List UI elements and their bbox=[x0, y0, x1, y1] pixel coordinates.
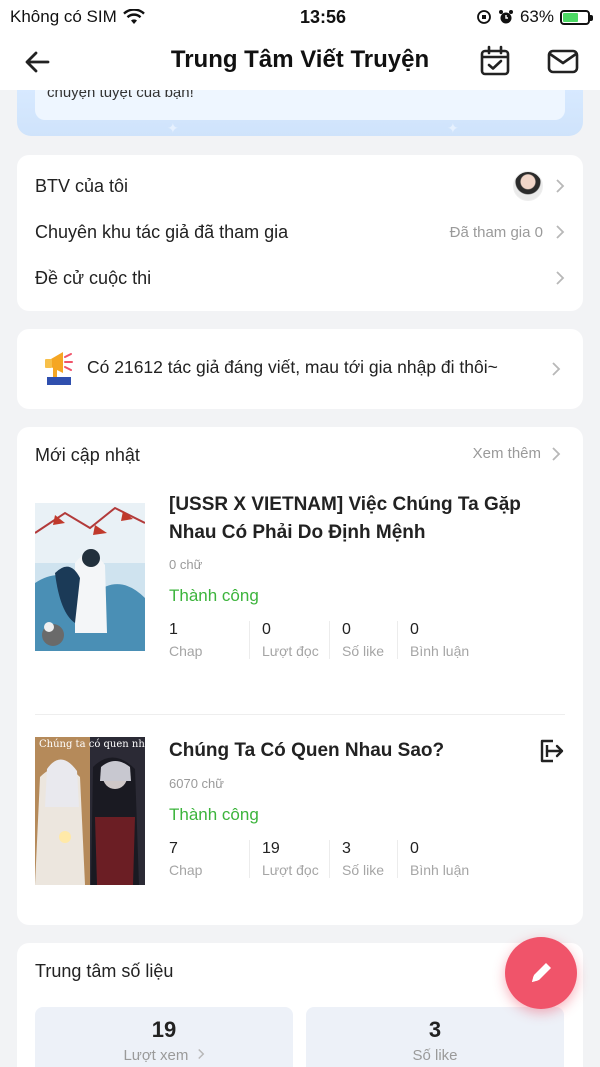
banner-text: chuyện tuyệt của bạn! bbox=[47, 90, 194, 101]
status-left: Không có SIM bbox=[10, 7, 230, 27]
calendar-check-icon[interactable] bbox=[478, 44, 512, 78]
cover-title-text: Chúng ta có quen nhau sao? bbox=[39, 739, 145, 750]
status-time: 13:56 bbox=[299, 6, 346, 27]
stat-chap: 1 Chap bbox=[169, 621, 249, 659]
menu-item-label: Đề cử cuộc thi bbox=[35, 267, 152, 288]
editor-avatar bbox=[513, 171, 543, 201]
stat-label: Bình luận bbox=[410, 643, 470, 659]
book-cover[interactable]: Chúng ta có quen nhau sao? bbox=[35, 737, 145, 885]
stat-value: 0 bbox=[410, 840, 419, 857]
back-arrow-icon[interactable] bbox=[22, 46, 54, 78]
export-icon[interactable] bbox=[537, 737, 565, 765]
status-right: 63% bbox=[476, 7, 593, 27]
battery-icon bbox=[560, 9, 593, 25]
stat-value: 19 bbox=[262, 840, 280, 857]
book-title[interactable]: Chúng Ta Có Quen Nhau Sao? bbox=[169, 737, 529, 765]
mail-icon[interactable] bbox=[546, 44, 580, 78]
stat-label: Số like bbox=[342, 862, 385, 878]
divider bbox=[35, 714, 565, 715]
see-more-link[interactable]: Xem thêm bbox=[473, 445, 561, 462]
book-word-count: 0 chữ bbox=[169, 557, 203, 572]
carrier-label: Không có SIM bbox=[10, 7, 117, 26]
stat-value: 7 bbox=[169, 840, 178, 857]
announce-text: Có 21612 tác giả đáng viết, mau tới gia … bbox=[87, 357, 498, 377]
stat-value: 1 bbox=[169, 621, 178, 638]
orientation-lock-icon bbox=[477, 10, 491, 24]
stat-label: Chap bbox=[169, 862, 203, 878]
top-banner: chuyện tuyệt của bạn! ✦ ✦ bbox=[17, 90, 583, 136]
menu-item-btv[interactable]: BTV của tôi bbox=[35, 171, 565, 201]
book-cover[interactable] bbox=[35, 503, 145, 651]
book-title[interactable]: [USSR X VIETNAM] Việc Chúng Ta Gặp Nhau … bbox=[169, 491, 529, 547]
likes-value: 3 bbox=[428, 1017, 442, 1042]
stat-label: Lượt đọc bbox=[262, 862, 319, 878]
stat-value: 0 bbox=[410, 621, 419, 638]
chevron-right-icon bbox=[556, 179, 565, 193]
joined-count: Đã tham gia 0 bbox=[449, 223, 543, 241]
stat-reads: 19 Lượt đọc bbox=[249, 840, 329, 878]
write-fab-button[interactable] bbox=[505, 937, 577, 1009]
stat-chap: 7 Chap bbox=[169, 840, 249, 878]
stat-comments: 0 Bình luận bbox=[397, 621, 487, 659]
stat-value: 3 bbox=[342, 840, 351, 857]
stat-likes: 0 Số like bbox=[329, 621, 397, 659]
book-word-count: 6070 chữ bbox=[169, 776, 224, 791]
wifi-icon bbox=[122, 9, 145, 24]
updates-title: Mới cập nhật bbox=[35, 445, 140, 465]
menu-item-label: BTV của tôi bbox=[35, 175, 129, 196]
see-more-label: Xem thêm bbox=[472, 445, 541, 462]
stat-reads: 0 Lượt đọc bbox=[249, 621, 329, 659]
data-center-card: Trung tâm số liệu 19 Lượt xem 3 Số like bbox=[17, 943, 583, 1067]
announce-card[interactable]: Có 21612 tác giả đáng viết, mau tới gia … bbox=[17, 329, 583, 409]
menu-item-contest[interactable]: Đề cử cuộc thi bbox=[35, 263, 565, 293]
views-value: 19 bbox=[151, 1017, 177, 1042]
banner-decor-icon: ✦ bbox=[167, 120, 179, 136]
megaphone-icon bbox=[45, 352, 73, 385]
banner-inner: chuyện tuyệt của bạn! bbox=[35, 90, 565, 120]
battery-percent: 63% bbox=[519, 7, 554, 26]
chevron-right-icon bbox=[552, 446, 561, 461]
chevron-right-icon bbox=[556, 225, 565, 239]
menu-item-author-zones[interactable]: Chuyên khu tác giả đã tham gia Đã tham g… bbox=[35, 217, 565, 247]
stat-label: Bình luận bbox=[410, 862, 470, 878]
book-stats: 7 Chap 19 Lượt đọc 3 Số like 0 Bình luận bbox=[169, 840, 487, 878]
chevron-right-icon bbox=[552, 362, 561, 376]
banner-decor-icon: ✦ bbox=[447, 120, 459, 136]
pencil-icon bbox=[532, 963, 551, 982]
stat-value: 0 bbox=[262, 621, 271, 638]
updates-card: Mới cập nhật Xem thêm [USSR X VIETNAM] V… bbox=[17, 427, 583, 925]
stat-likes: 3 Số like bbox=[329, 840, 397, 878]
menu-card: BTV của tôi Chuyên khu tác giả đã tham g… bbox=[17, 155, 583, 311]
status-bar: Không có SIM 13:56 63% bbox=[0, 0, 600, 34]
chevron-right-icon bbox=[556, 271, 565, 285]
menu-item-label: Chuyên khu tác giả đã tham gia bbox=[35, 221, 289, 242]
book-cover-art bbox=[35, 503, 145, 651]
book-status: Thành công bbox=[169, 586, 259, 605]
likes-label: Số like bbox=[412, 1047, 458, 1064]
likes-tile[interactable]: 3 Số like bbox=[306, 1007, 564, 1067]
book-status: Thành công bbox=[169, 805, 259, 824]
chevron-right-icon bbox=[197, 1048, 204, 1060]
stat-label: Lượt đọc bbox=[262, 643, 319, 659]
battery-fill bbox=[563, 12, 579, 22]
book-cover-art bbox=[35, 737, 145, 885]
stat-value: 0 bbox=[342, 621, 351, 638]
stat-label: Chap bbox=[169, 643, 203, 659]
alarm-icon bbox=[498, 10, 513, 24]
book-stats: 1 Chap 0 Lượt đọc 0 Số like 0 Bình luận bbox=[169, 621, 487, 659]
views-label: Lượt xem bbox=[35, 1047, 293, 1064]
views-label-text: Lượt xem bbox=[123, 1047, 189, 1064]
views-tile[interactable]: 19 Lượt xem bbox=[35, 1007, 293, 1067]
nav-bar: Trung Tâm Viết Truyện bbox=[0, 34, 600, 90]
stat-label: Số like bbox=[342, 643, 385, 659]
stat-comments: 0 Bình luận bbox=[397, 840, 487, 878]
data-center-title: Trung tâm số liệu bbox=[35, 961, 174, 981]
